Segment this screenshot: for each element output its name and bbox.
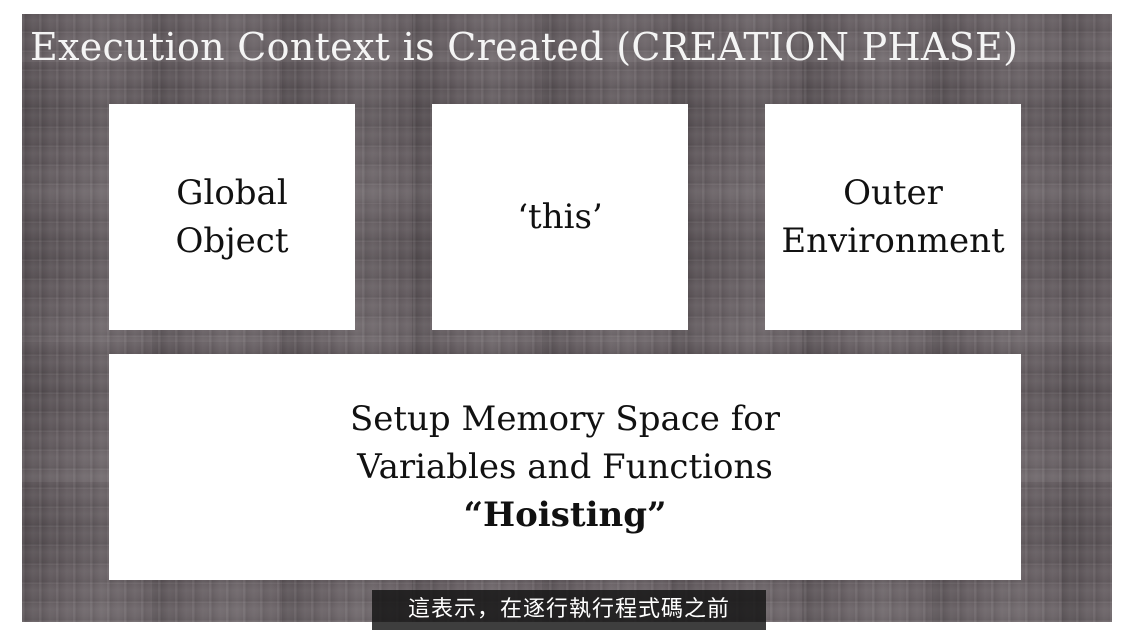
global-object-box: Global Object: [109, 104, 355, 330]
global-object-label-line1: Global: [176, 173, 288, 213]
global-object-label-line2: Object: [175, 221, 289, 261]
slide-title: Execution Context is Created (CREATION P…: [30, 25, 1019, 69]
outer-environment-label-line2: Environment: [781, 221, 1005, 261]
this-box: ‘this’: [432, 104, 688, 330]
slide: Execution Context is Created (CREATION P…: [22, 14, 1112, 622]
this-label: ‘this’: [517, 197, 603, 237]
video-frame: Execution Context is Created (CREATION P…: [0, 0, 1131, 637]
outer-environment-label-line1: Outer: [843, 173, 943, 213]
hoisting-label: “Hoisting”: [463, 495, 667, 535]
memory-setup-box: Setup Memory Space for Variables and Fun…: [109, 354, 1021, 580]
memory-label-line1: Setup Memory Space for: [349, 399, 781, 439]
outer-environment-box: Outer Environment: [765, 104, 1021, 330]
video-caption: 這表示，在逐行執行程式碼之前: [372, 590, 766, 630]
memory-label-line2: Variables and Functions: [357, 447, 773, 487]
